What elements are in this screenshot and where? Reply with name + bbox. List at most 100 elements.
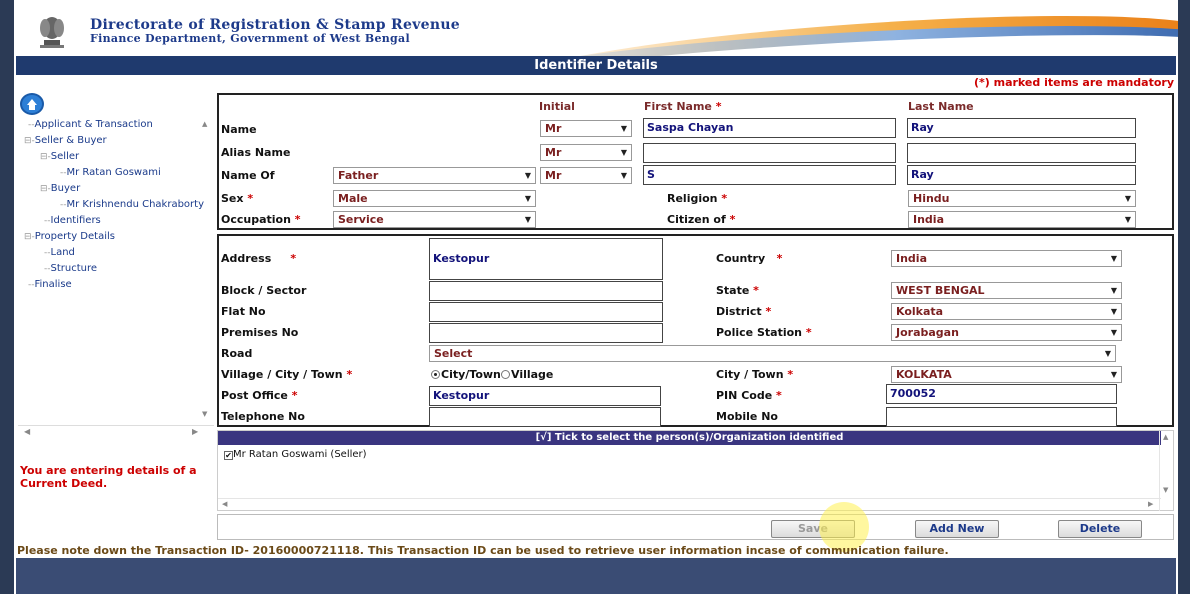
first-name-input[interactable]: Saspa Chayan — [643, 118, 896, 138]
last-name-input[interactable]: Ray — [907, 118, 1136, 138]
chevron-down-icon: ▼ — [1110, 286, 1117, 295]
alias-first-name-input[interactable] — [643, 143, 896, 163]
mobile-no-input[interactable] — [886, 407, 1117, 427]
identified-persons-list: [√] Tick to select the person(s)/Organiz… — [217, 430, 1174, 511]
tree-item-ratan-goswami[interactable]: --Mr Ratan Goswami — [60, 166, 161, 180]
action-button-bar: Save Add New Delete — [217, 514, 1174, 540]
district-select[interactable]: Kolkata ▼ — [891, 303, 1122, 320]
chevron-down-icon: ▼ — [1110, 254, 1117, 263]
scroll-up-icon[interactable]: ▲ — [202, 120, 207, 128]
address-label: Address * — [221, 252, 297, 265]
page-title: Identifier Details — [16, 56, 1176, 75]
premises-no-input[interactable] — [429, 323, 663, 343]
tree-item-identifiers[interactable]: --Identifiers — [44, 214, 101, 228]
tree-item-property-details[interactable]: ⊟-Property Details — [24, 230, 115, 244]
chevron-down-icon: ▼ — [620, 148, 627, 157]
tree-item-buyer[interactable]: ⊟-Buyer — [40, 182, 80, 196]
alias-name-label: Alias Name — [221, 146, 291, 159]
city-town-select[interactable]: KOLKATA ▼ — [891, 366, 1122, 383]
col-initial-header: Initial — [539, 100, 575, 113]
address-details-panel: Address * Kestopur Country * India ▼ Bloc… — [217, 234, 1174, 427]
chevron-down-icon: ▼ — [1110, 328, 1117, 337]
tree-item-krishnendu-chakraborty[interactable]: --Mr Krishnendu Chakraborty — [60, 198, 204, 212]
tree-item-applicant-transaction[interactable]: --Applicant & Transaction — [28, 118, 153, 132]
header-banner: Directorate of Registration & Stamp Reve… — [14, 10, 1178, 56]
mandatory-note: (*) marked items are mandatory — [973, 76, 1174, 89]
tree-item-seller[interactable]: ⊟-Seller — [40, 150, 79, 164]
scroll-down-icon[interactable]: ▼ — [202, 410, 207, 418]
address-textarea[interactable]: Kestopur — [429, 238, 663, 280]
police-station-label: Police Station * — [716, 326, 812, 339]
col-first-name-header: First Name * — [644, 100, 722, 113]
flat-no-label: Flat No — [221, 305, 266, 318]
police-station-select[interactable]: Jorabagan ▼ — [891, 324, 1122, 341]
post-office-label: Post Office * — [221, 389, 298, 402]
identified-list-header: [√] Tick to select the person(s)/Organiz… — [218, 431, 1161, 445]
village-radio[interactable]: Village — [501, 368, 553, 381]
country-label: Country * — [716, 252, 783, 265]
tree-item-land[interactable]: --Land — [44, 246, 75, 260]
state-select[interactable]: WEST BENGAL ▼ — [891, 282, 1122, 299]
relation-last-name-input[interactable]: Ray — [907, 165, 1136, 185]
list-item[interactable]: ✔Mr Ratan Goswami (Seller) — [224, 449, 367, 460]
chevron-down-icon: ▼ — [1110, 307, 1117, 316]
pin-code-label: PIN Code * — [716, 389, 782, 402]
header-title: Directorate of Registration & Stamp Reve… — [90, 17, 461, 33]
telephone-no-input[interactable] — [429, 407, 661, 427]
radio-unselected-icon[interactable] — [501, 370, 510, 379]
chevron-down-icon: ▼ — [620, 124, 627, 133]
road-select[interactable]: Select ▼ — [429, 345, 1116, 362]
add-new-button[interactable]: Add New — [915, 520, 999, 538]
religion-select[interactable]: Hindu ▼ — [908, 190, 1136, 207]
city-town-radio[interactable]: City/Town — [431, 368, 501, 381]
relation-select[interactable]: Father ▼ — [333, 167, 536, 184]
occupation-select[interactable]: Service ▼ — [333, 211, 536, 228]
footer-bar — [16, 558, 1176, 594]
post-office-input[interactable]: Kestopur — [429, 386, 661, 406]
current-deed-warning: You are entering details of a Current De… — [20, 464, 197, 490]
alias-last-name-input[interactable] — [907, 143, 1136, 163]
pin-code-input[interactable]: 700052 — [886, 384, 1117, 404]
relation-initial-select[interactable]: Mr ▼ — [540, 167, 632, 184]
scroll-right-icon[interactable]: ▶ — [1148, 500, 1153, 508]
person-details-panel: Initial First Name * Last Name Name Mr ▼ … — [217, 93, 1174, 230]
list-vertical-scrollbar[interactable]: ▲ ▼ — [1159, 431, 1173, 511]
tree-horizontal-scrollbar[interactable]: ◀ ▶ — [18, 425, 214, 437]
block-sector-input[interactable] — [429, 281, 663, 301]
relation-first-name-input[interactable]: S — [643, 165, 896, 185]
scroll-left-icon[interactable]: ◀ — [222, 500, 227, 508]
country-select[interactable]: India ▼ — [891, 250, 1122, 267]
occupation-label: Occupation * — [221, 213, 301, 226]
tree-vertical-scrollbar[interactable]: ▲ ▼ — [200, 118, 212, 423]
page: Directorate of Registration & Stamp Reve… — [14, 0, 1178, 594]
sex-label: Sex * — [221, 192, 254, 205]
mobile-no-label: Mobile No — [716, 410, 778, 423]
transaction-id-note: Please note down the Transaction ID- 201… — [17, 544, 949, 557]
navigation-tree: --Applicant & Transaction ⊟-Seller & Buy… — [18, 115, 212, 425]
chevron-down-icon: ▼ — [1124, 194, 1131, 203]
alias-initial-select[interactable]: Mr ▼ — [540, 144, 632, 161]
col-last-name-header: Last Name — [908, 100, 974, 113]
citizen-of-select[interactable]: India ▼ — [908, 211, 1136, 228]
name-initial-select[interactable]: Mr ▼ — [540, 120, 632, 137]
scroll-up-icon[interactable]: ▲ — [1163, 433, 1168, 441]
scroll-down-icon[interactable]: ▼ — [1163, 486, 1168, 494]
flat-no-input[interactable] — [429, 302, 663, 322]
road-label: Road — [221, 347, 253, 360]
citizen-of-label: Citizen of * — [667, 213, 736, 226]
city-town-label: City / Town * — [716, 368, 794, 381]
scroll-right-icon[interactable]: ▶ — [192, 427, 198, 436]
telephone-no-label: Telephone No — [221, 410, 305, 423]
radio-selected-icon[interactable] — [431, 370, 440, 379]
sex-select[interactable]: Male ▼ — [333, 190, 536, 207]
tree-item-seller-buyer[interactable]: ⊟-Seller & Buyer — [24, 134, 107, 148]
tree-item-structure[interactable]: --Structure — [44, 262, 97, 276]
name-label: Name — [221, 123, 257, 136]
scroll-left-icon[interactable]: ◀ — [24, 427, 30, 436]
delete-button[interactable]: Delete — [1058, 520, 1142, 538]
checkbox-checked-icon[interactable]: ✔ — [224, 451, 233, 460]
home-icon[interactable] — [20, 93, 44, 115]
tree-item-finalise[interactable]: --Finalise — [28, 278, 72, 292]
chevron-down-icon: ▼ — [524, 171, 531, 180]
list-horizontal-scrollbar[interactable]: ◀ ▶ — [218, 498, 1161, 510]
